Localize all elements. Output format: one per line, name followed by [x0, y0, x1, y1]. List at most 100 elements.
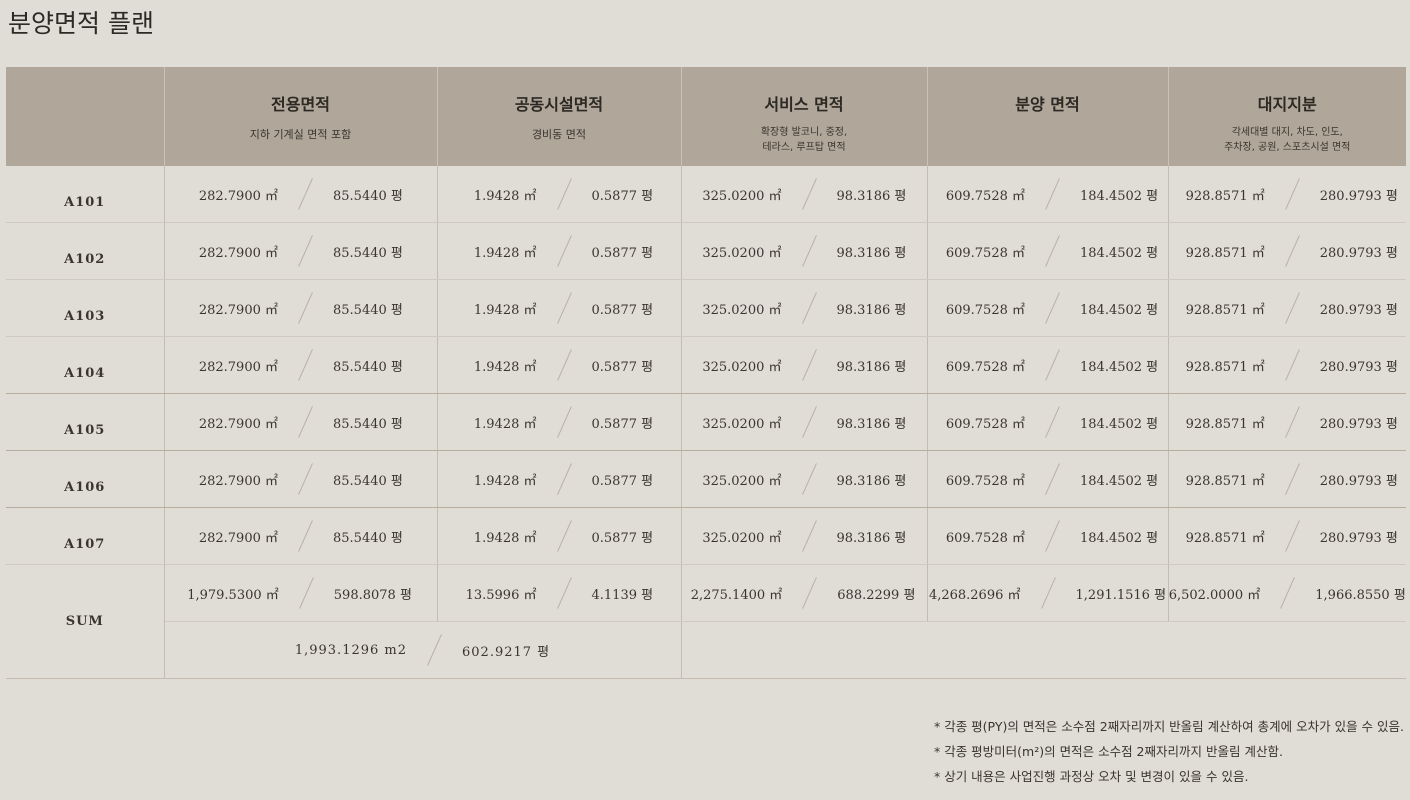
area-cell: 609.7528 ㎡ 184.4502 평 — [927, 279, 1169, 337]
sum-cell: 2,275.1400 ㎡ 688.2299 평 — [681, 564, 928, 622]
divider-slash — [1284, 178, 1300, 210]
area-sqm: 325.0200 ㎡ — [702, 416, 782, 432]
area-pyeong: 280.9793 평 — [1319, 245, 1398, 261]
unit-label-cell: A105 — [6, 393, 165, 451]
area-pyeong: 0.5877 평 — [591, 530, 654, 546]
area-pyeong: 1,966.8550 평 — [1315, 587, 1406, 603]
area-pyeong: 98.3186 평 — [836, 530, 907, 546]
empty-cell — [681, 621, 1406, 679]
divider-slash — [1284, 520, 1300, 552]
area-cell: 1.9428 ㎡ 0.5877 평 — [437, 336, 682, 394]
divider-slash — [1045, 178, 1060, 210]
area-cell: 325.0200 ㎡ 98.3186 평 — [681, 450, 928, 508]
sum-cell: 1,979.5300 ㎡ 598.8078 평 — [164, 564, 438, 622]
table-row: A106 282.7900 ㎡ 85.5440 평 1.9428 ㎡ 0.5877 평 3… — [6, 450, 1407, 508]
divider-slash — [801, 292, 817, 324]
unit-label-cell: A101 — [6, 166, 165, 223]
divider-slash — [298, 178, 313, 210]
area-pair: 928.8571 ㎡ 280.9793 평 — [1169, 223, 1407, 279]
divider-slash — [801, 235, 817, 267]
area-sqm: 1.9428 ㎡ — [473, 245, 537, 261]
area-pyeong: 98.3186 평 — [836, 302, 907, 318]
divider-slash — [298, 235, 313, 267]
area-pyeong: 184.4502 평 — [1080, 530, 1159, 546]
table-row: A104 282.7900 ㎡ 85.5440 평 1.9428 ㎡ 0.5877 평 3… — [6, 336, 1407, 394]
divider-slash — [1045, 292, 1060, 324]
area-sqm: 282.7900 ㎡ — [198, 359, 278, 375]
area-pyeong: 184.4502 평 — [1080, 302, 1159, 318]
area-pair: 325.0200 ㎡ 98.3186 평 — [682, 451, 927, 507]
area-cell: 325.0200 ㎡ 98.3186 평 — [681, 279, 928, 337]
area-pair: 928.8571 ㎡ 280.9793 평 — [1169, 451, 1407, 507]
area-sqm: 609.7528 ㎡ — [945, 416, 1025, 432]
table-row: A107 282.7900 ㎡ 85.5440 평 1.9428 ㎡ 0.5877 평 3… — [6, 507, 1406, 565]
area-pyeong: 0.5877 평 — [591, 359, 654, 375]
area-cell: 609.7528 ㎡ 184.4502 평 — [927, 450, 1169, 508]
area-pair: 282.7900 ㎡ 85.5440 평 — [165, 337, 437, 393]
area-pyeong: 4.1139 평 — [591, 587, 654, 603]
area-sqm: 282.7900 ㎡ — [198, 245, 278, 261]
area-pyeong: 688.2299 평 — [837, 587, 916, 603]
divider-slash — [1045, 235, 1060, 267]
header-subtitle: 지하 기계실 면적 포함 — [249, 128, 352, 141]
area-pyeong: 184.4502 평 — [1080, 416, 1159, 432]
divider-slash — [1284, 235, 1300, 267]
area-cell: 928.8571 ㎡ 280.9793 평 — [1168, 393, 1406, 451]
area-cell: 1.9428 ㎡ 0.5877 평 — [437, 393, 682, 451]
area-pair: 1.9428 ㎡ 0.5877 평 — [438, 337, 681, 393]
area-cell: 928.8571 ㎡ 280.9793 평 — [1168, 336, 1407, 394]
header-exclusive-area: 전용면적 지하 기계실 면적 포함 — [164, 67, 438, 166]
divider-slash — [556, 520, 572, 552]
area-pair: 609.7528 ㎡ 184.4502 평 — [928, 280, 1168, 336]
area-pyeong: 0.5877 평 — [591, 245, 654, 261]
divider-slash — [1045, 463, 1060, 495]
area-pyeong: 0.5877 평 — [591, 473, 654, 489]
area-pair: 13.5996 ㎡ 4.1139 평 — [438, 565, 681, 621]
area-cell: 325.0200 ㎡ 98.3186 평 — [681, 166, 928, 223]
area-pair: 928.8571 ㎡ 280.9793 평 — [1169, 337, 1407, 393]
area-pair: 1.9428 ㎡ 0.5877 평 — [438, 280, 681, 336]
area-cell: 609.7528 ㎡ 184.4502 평 — [927, 393, 1169, 451]
unit-label: A104 — [64, 366, 106, 381]
area-cell: 325.0200 ㎡ 98.3186 평 — [681, 222, 928, 280]
area-pair: 282.7900 ㎡ 85.5440 평 — [165, 394, 437, 450]
area-pyeong: 98.3186 평 — [836, 416, 907, 432]
area-cell: 1.9428 ㎡ 0.5877 평 — [437, 166, 682, 223]
area-cell: 282.7900 ㎡ 85.5440 평 — [164, 507, 438, 565]
table-row: A102 282.7900 ㎡ 85.5440 평 1.9428 ㎡ 0.5877 평 3… — [6, 222, 1407, 280]
area-pyeong: 0.5877 평 — [591, 302, 654, 318]
divider-slash — [1284, 349, 1300, 381]
sum-row: SUM 1,979.5300 ㎡ 598.8078 평 13.5996 ㎡ 4.1139… — [6, 564, 1406, 679]
area-pyeong: 280.9793 평 — [1319, 473, 1398, 489]
area-pyeong: 184.4502 평 — [1080, 359, 1159, 375]
area-pyeong: 280.9793 평 — [1319, 302, 1398, 318]
area-pair: 282.7900 ㎡ 85.5440 평 — [165, 508, 437, 564]
area-pair: 928.8571 ㎡ 280.9793 평 — [1169, 280, 1407, 336]
area-cell: 1.9428 ㎡ 0.5877 평 — [437, 450, 682, 508]
footnote: * 상기 내용은 사업진행 과정상 오차 및 변경이 있을 수 있음. — [933, 769, 1249, 784]
footnotes: * 각종 평(PY)의 면적은 소수점 2째자리까지 반올림 계산하여 총계에 … — [934, 714, 1404, 789]
area-sqm: 325.0200 ㎡ — [702, 473, 782, 489]
unit-label: A106 — [64, 480, 106, 495]
area-cell: 928.8571 ㎡ 280.9793 평 — [1168, 222, 1407, 280]
area-pyeong: 280.9793 평 — [1319, 416, 1398, 432]
area-pair: 282.7900 ㎡ 85.5440 평 — [165, 223, 437, 279]
area-sqm: 282.7900 ㎡ — [198, 473, 278, 489]
area-pyeong: 184.4502 평 — [1080, 188, 1159, 204]
area-cell: 282.7900 ㎡ 85.5440 평 — [164, 336, 438, 394]
area-pyeong: 85.5440 평 — [333, 473, 403, 489]
unit-label: A105 — [64, 423, 106, 438]
area-pair: 325.0200 ㎡ 98.3186 평 — [682, 166, 927, 222]
unit-label: A103 — [64, 309, 106, 324]
sum-label: SUM — [6, 564, 165, 679]
divider-slash — [801, 520, 817, 552]
area-pair: 4,268.2696 ㎡ 1,291.1516 평 — [928, 565, 1168, 621]
area-sqm: 609.7528 ㎡ — [945, 302, 1025, 318]
area-sqm: 609.7528 ㎡ — [945, 530, 1025, 546]
area-sqm: 6,502.0000 ㎡ — [1168, 587, 1261, 603]
area-pair: 1,993.1296 m2 602.9217 평 — [165, 622, 681, 678]
area-cell: 282.7900 ㎡ 85.5440 평 — [164, 393, 438, 451]
area-pair: 282.7900 ㎡ 85.5440 평 — [165, 280, 437, 336]
area-sqm: 1.9428 ㎡ — [473, 530, 537, 546]
footnote: * 각종 평(PY)의 면적은 소수점 2째자리까지 반올림 계산하여 총계에 … — [933, 719, 1404, 734]
